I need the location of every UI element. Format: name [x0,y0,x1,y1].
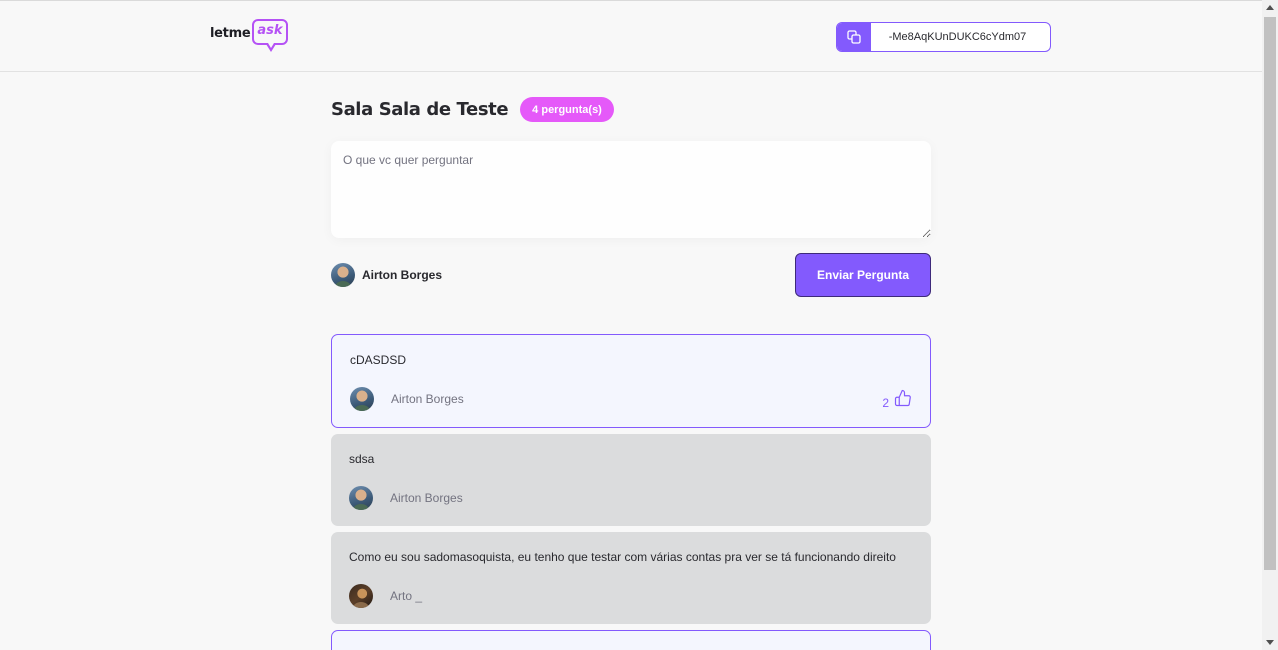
question-card [331,630,931,650]
question-content: Como eu sou sadomasoquista, eu tenho que… [349,550,896,564]
question-footer: Airton Borges 2 [350,387,912,411]
question-author: Airton Borges [390,491,463,505]
vertical-scrollbar[interactable] [1262,0,1278,650]
like-button[interactable]: 2 [882,389,912,410]
question-card: sdsa Airton Borges [331,434,931,526]
question-card: Como eu sou sadomasoquista, eu tenho que… [331,532,931,624]
question-card: cDASDSD Airton Borges 2 [331,334,931,428]
room-code-value: -Me8AqKUnDUKC6cYdm07 [888,31,1027,43]
question-author: Airton Borges [391,392,464,406]
question-footer: Arto _ [349,584,913,608]
question-author: Arto _ [390,589,423,603]
header: letme ask -Me8AqKUnDUKC6cYdm07 [0,0,1262,72]
like-count: 2 [882,396,889,410]
question-list: cDASDSD Airton Borges 2 sdsa Airton Borg… [331,334,931,650]
avatar [349,584,373,608]
room-title-row: Sala Sala de Teste 4 pergunta(s) [331,97,614,122]
room-code-button[interactable]: -Me8AqKUnDUKC6cYdm07 [836,22,1051,52]
scrollbar-thumb[interactable] [1264,17,1276,570]
scroll-down-arrow-icon[interactable] [1266,640,1274,645]
page: letme ask -Me8AqKUnDUKC6cYdm07 Sala Sala… [0,0,1262,650]
form-footer: Airton Borges Enviar Pergunta [331,253,931,297]
logo-text-ask: ask [257,23,283,38]
question-content: cDASDSD [350,353,407,367]
room-title: Sala Sala de Teste [331,99,509,120]
submit-question-button[interactable]: Enviar Pergunta [795,253,931,297]
logo: letme ask [210,19,289,55]
question-footer: Airton Borges [349,486,913,510]
user-name: Airton Borges [362,268,443,282]
avatar [349,486,373,510]
logo-bubble-icon: ask [252,19,289,52]
scroll-up-arrow-icon[interactable] [1266,5,1274,10]
question-count-badge: 4 pergunta(s) [520,97,614,122]
copy-icon [837,23,871,51]
avatar [331,263,355,287]
avatar [350,387,374,411]
logo-text-letme: letme [210,26,251,41]
user-info: Airton Borges [331,263,442,287]
question-input[interactable] [331,141,931,238]
question-content: sdsa [349,452,375,466]
thumbs-up-icon [894,389,912,410]
